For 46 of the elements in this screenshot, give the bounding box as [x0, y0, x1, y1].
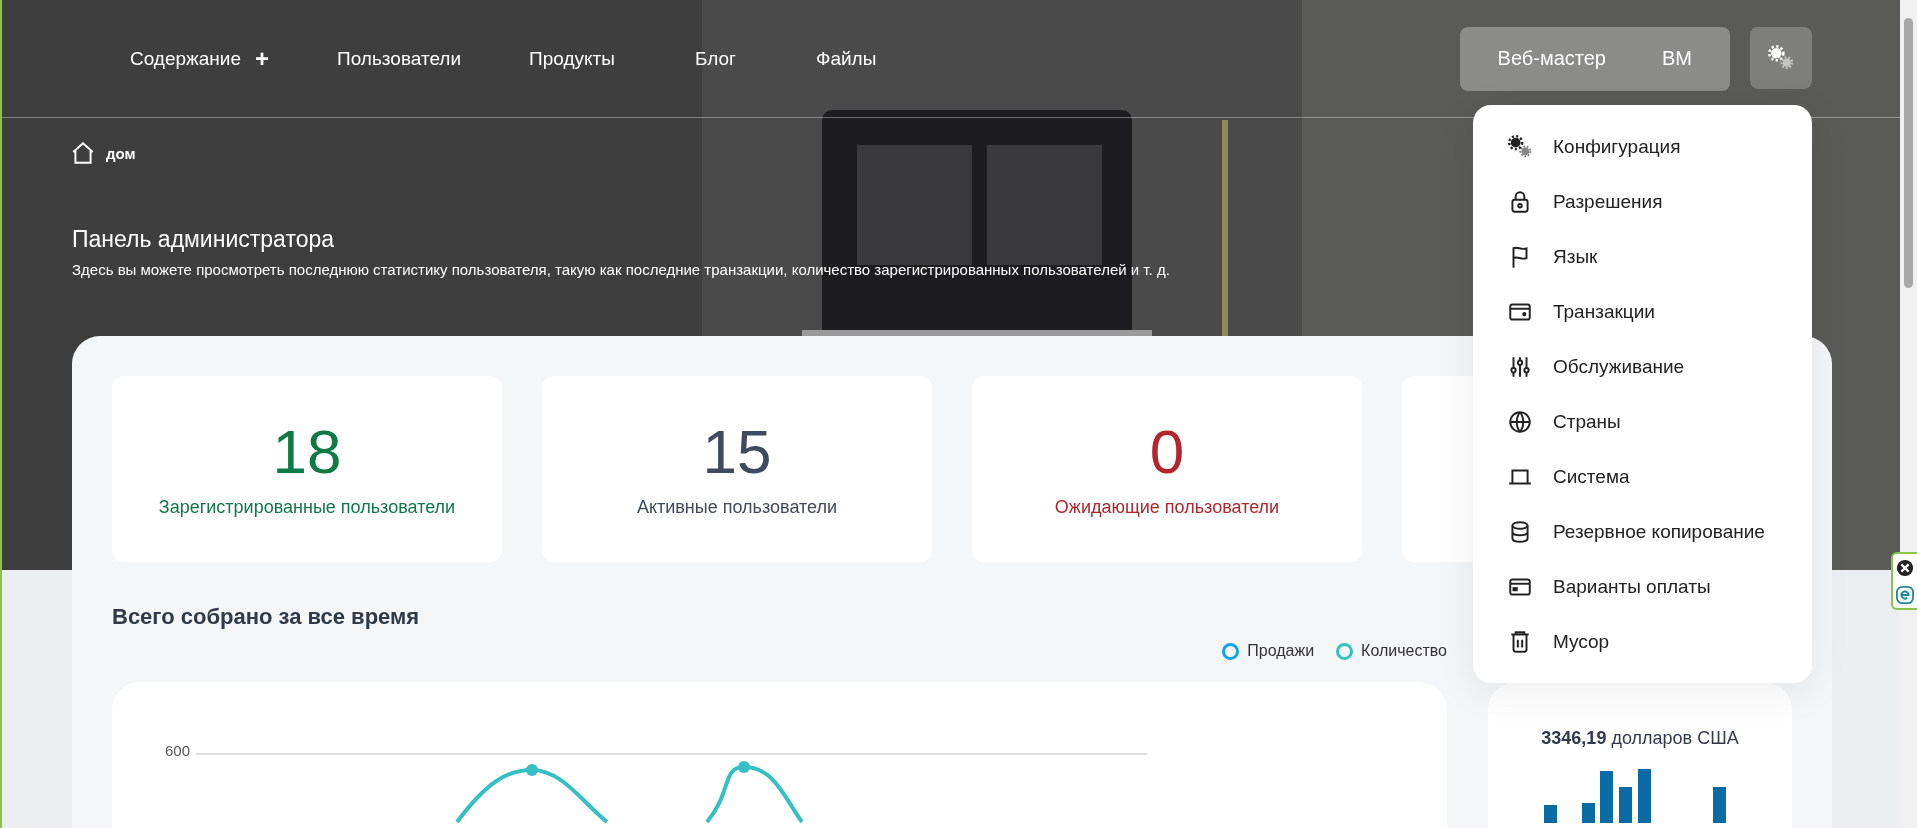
axis-label: 600	[165, 742, 191, 759]
nav-link[interactable]: Содержание +	[130, 44, 270, 73]
page-description: Здесь вы можете просмотреть последнюю статистику пользователя, такую как последние транзакции, количество зарегистрированных пользователей и т. д.	[72, 261, 1170, 278]
menu-item[interactable]: Обслуживание	[1473, 339, 1812, 394]
data-point	[738, 761, 750, 773]
bar	[1713, 787, 1726, 823]
menu-item[interactable]: Страны	[1473, 394, 1812, 449]
section-title: Всего собрано за все время	[112, 604, 420, 630]
home-icon	[70, 140, 96, 166]
bar	[1619, 787, 1632, 823]
plus-icon: +	[255, 44, 270, 73]
bar	[1582, 803, 1595, 823]
menu-item[interactable]: Резервное копирование	[1473, 504, 1812, 559]
settings-button[interactable]	[1750, 26, 1812, 89]
menu-item[interactable]: Варианты оплаты	[1473, 559, 1812, 614]
total-amount: 3346,19 долларов США	[1541, 728, 1739, 749]
menu-item[interactable]: Разрешения	[1473, 174, 1812, 229]
close-icon[interactable]	[1896, 558, 1914, 577]
gears-icon	[1767, 43, 1795, 72]
menu-item[interactable]: Конфигурация	[1473, 119, 1812, 174]
stat-value: 18	[272, 420, 342, 483]
legend-label: Продажи	[1247, 642, 1315, 660]
bar	[1600, 771, 1613, 823]
data-point	[526, 764, 538, 776]
stat-label: Ожидающие пользователи	[1054, 496, 1280, 518]
stat-label: Зарегистрированные пользователи	[158, 496, 456, 518]
bar	[1638, 769, 1651, 823]
stat-value: 15	[702, 420, 772, 483]
breadcrumb-link[interactable]: дом	[106, 144, 136, 162]
nav-link[interactable]: Файлы	[816, 47, 877, 70]
nav-link[interactable]: Блог	[694, 47, 736, 70]
legend-label: Количество	[1361, 642, 1447, 660]
stat-value: 0	[1149, 420, 1185, 483]
menu-item[interactable]: Система	[1473, 449, 1812, 504]
globe-icon	[1507, 408, 1533, 435]
stat-label: Активные пользователи	[636, 496, 838, 518]
page-title: Панель администратора	[72, 226, 335, 253]
scrollbar[interactable]	[1900, 0, 1917, 828]
menu-item[interactable]: Мусор	[1473, 614, 1812, 669]
menu-item[interactable]: Транзакции	[1473, 284, 1812, 339]
gears-icon	[1507, 133, 1533, 160]
bar	[1544, 805, 1557, 823]
menu-item[interactable]: Язык	[1473, 229, 1812, 284]
letter-e-icon[interactable]	[1896, 585, 1914, 604]
nav-link[interactable]: Продукты	[529, 47, 615, 70]
nav-link[interactable]: Пользователи	[337, 47, 462, 70]
